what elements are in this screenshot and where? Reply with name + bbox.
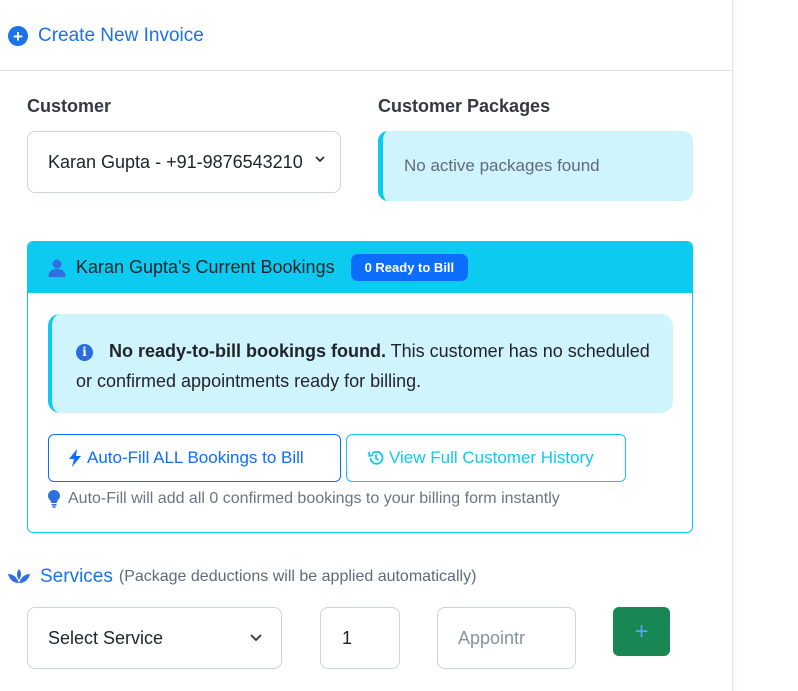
user-icon bbox=[48, 259, 66, 277]
appointment-input[interactable]: Appointr bbox=[437, 607, 576, 669]
quantity-value: 1 bbox=[342, 627, 353, 648]
alert-bold: No ready-to-bill bookings found. bbox=[109, 341, 386, 361]
customer-select-value: Karan Gupta - +91-9876543210 bbox=[48, 151, 303, 172]
customer-select[interactable]: Karan Gupta - +91-9876543210 bbox=[27, 131, 341, 193]
services-subtitle: (Package deductions will be applied auto… bbox=[118, 568, 477, 585]
lightbulb-icon bbox=[48, 490, 60, 508]
plus-circle-icon: + bbox=[8, 26, 28, 46]
chevron-down-icon bbox=[314, 152, 326, 169]
appointment-placeholder: Appointr bbox=[458, 627, 526, 648]
autofill-hint: Auto-Fill will add all 0 confirmed booki… bbox=[48, 490, 560, 508]
page-title: + Create New Invoice bbox=[8, 25, 204, 47]
packages-label: Customer Packages bbox=[378, 96, 551, 116]
card-header: + Create New Invoice bbox=[0, 0, 733, 71]
packages-alert: No active packages found bbox=[378, 131, 693, 201]
ready-badge: 0 Ready to Bill bbox=[350, 254, 469, 281]
hint-text: Auto-Fill will add all 0 confirmed booki… bbox=[68, 490, 560, 507]
customer-label: Customer bbox=[27, 96, 112, 116]
lotus-icon bbox=[8, 569, 30, 583]
bookings-header: Karan Gupta's Current Bookings 0 Ready t… bbox=[28, 242, 692, 293]
history-button[interactable]: View Full Customer History bbox=[346, 434, 626, 482]
plus-icon: + bbox=[634, 617, 649, 645]
add-service-button[interactable]: + bbox=[613, 607, 670, 656]
service-select-value: Select Service bbox=[48, 627, 164, 648]
history-icon bbox=[368, 450, 384, 465]
history-label: View Full Customer History bbox=[389, 448, 594, 467]
service-select[interactable]: Select Service bbox=[27, 607, 282, 669]
bookings-title: Karan Gupta's Current Bookings bbox=[76, 257, 335, 277]
info-icon: i bbox=[76, 343, 93, 361]
page-title-text: Create New Invoice bbox=[38, 25, 204, 46]
bookings-panel: Karan Gupta's Current Bookings 0 Ready t… bbox=[27, 241, 693, 533]
autofill-label: Auto-Fill ALL Bookings to Bill bbox=[87, 448, 304, 467]
no-bookings-alert: i No ready-to-bill bookings found. This c… bbox=[48, 314, 673, 413]
lightning-icon bbox=[69, 449, 81, 467]
services-title: Services bbox=[40, 566, 113, 587]
services-heading: Services (Package deductions will be app… bbox=[8, 566, 476, 588]
chevron-down-icon bbox=[249, 628, 263, 649]
quantity-input[interactable]: 1 bbox=[320, 607, 400, 669]
packages-message: No active packages found bbox=[404, 156, 600, 175]
autofill-button[interactable]: Auto-Fill ALL Bookings to Bill bbox=[48, 434, 341, 482]
